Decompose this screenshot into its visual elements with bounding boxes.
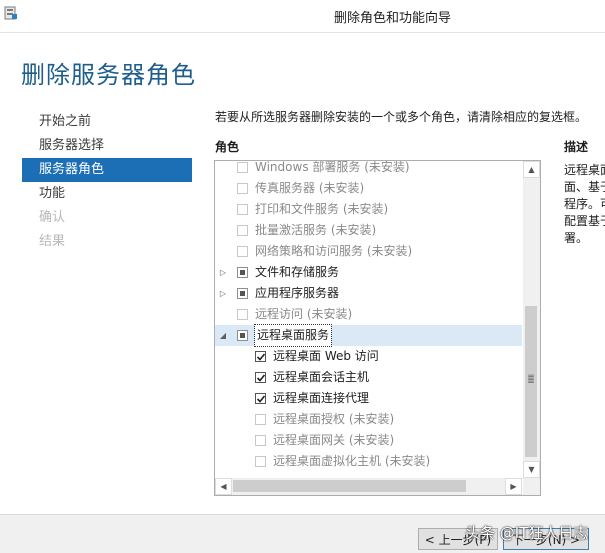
window-title: 删除角色和功能向导 bbox=[333, 11, 451, 26]
role-checkbox[interactable] bbox=[255, 435, 266, 446]
scroll-right-button[interactable]: ▶ bbox=[505, 478, 522, 495]
role-checkbox[interactable] bbox=[237, 246, 248, 257]
role-row[interactable]: ▷ 文件和存储服务 bbox=[215, 262, 522, 283]
role-label: 传真服务器 (未安装) bbox=[255, 181, 365, 195]
nav-item-before-you-begin[interactable]: 开始之前 bbox=[22, 110, 192, 134]
instruction-text: 若要从所选服务器删除安装的一个或多个角色，请清除相应的复选框。 bbox=[215, 110, 588, 124]
role-checkbox[interactable] bbox=[255, 351, 266, 362]
description-header: 描述 bbox=[564, 140, 589, 154]
role-checkbox[interactable] bbox=[255, 372, 266, 383]
collapse-arrow-icon[interactable]: ◢ bbox=[218, 325, 228, 346]
horizontal-scrollbar[interactable]: ◀ ▶ bbox=[215, 478, 522, 495]
role-row[interactable]: 批量激活服务 (未安装) bbox=[215, 220, 522, 241]
roles-tree[interactable]: Windows 部署服务 (未安装) 传真服务器 (未安装) 打印和文件服务 (未安… bbox=[214, 160, 541, 496]
roles-list: Windows 部署服务 (未安装) 传真服务器 (未安装) 打印和文件服务 (未安… bbox=[215, 160, 522, 472]
role-label: 远程桌面 Web 访问 bbox=[273, 349, 379, 363]
role-label: Windows 部署服务 (未安装) bbox=[255, 160, 410, 174]
role-row[interactable]: 远程桌面会话主机 bbox=[215, 367, 522, 388]
role-row[interactable]: 远程桌面网关 (未安装) bbox=[215, 430, 522, 451]
role-checkbox[interactable] bbox=[237, 204, 248, 215]
role-label: 远程桌面虚拟化主机 (未安装) bbox=[273, 454, 431, 468]
role-row[interactable]: 打印和文件服务 (未安装) bbox=[215, 199, 522, 220]
description-text: 远程桌面 面、基于 程序。可 配置基于 署。 bbox=[564, 163, 605, 245]
nav-item-features[interactable]: 功能 bbox=[22, 182, 192, 206]
nav-item-confirmation: 确认 bbox=[39, 210, 66, 225]
role-row[interactable]: ▷ 应用程序服务器 bbox=[215, 283, 522, 304]
roles-header: 角色 bbox=[215, 140, 240, 154]
nav-item-server-roles[interactable]: 服务器角色 bbox=[22, 158, 192, 182]
expand-arrow-icon[interactable]: ▷ bbox=[218, 283, 228, 304]
role-checkbox[interactable] bbox=[237, 309, 248, 320]
vertical-scrollbar[interactable]: ▲ ═ ═ ═ ▼ bbox=[523, 161, 540, 478]
role-label: 远程桌面会话主机 bbox=[273, 370, 370, 384]
role-row[interactable]: 远程桌面虚拟化主机 (未安装) bbox=[215, 451, 522, 472]
title-bar: 删除角色和功能向导 bbox=[0, 0, 605, 33]
scroll-left-button[interactable]: ◀ bbox=[215, 478, 232, 495]
role-checkbox[interactable] bbox=[255, 393, 266, 404]
role-checkbox[interactable] bbox=[237, 267, 248, 278]
role-checkbox[interactable] bbox=[237, 183, 248, 194]
role-row[interactable]: Windows 部署服务 (未安装) bbox=[215, 160, 522, 178]
role-checkbox[interactable] bbox=[237, 330, 248, 341]
role-label: 远程桌面连接代理 bbox=[273, 391, 370, 405]
scroll-down-button[interactable]: ▼ bbox=[523, 461, 540, 478]
role-row[interactable]: ◢ 远程桌面服务 bbox=[215, 324, 522, 347]
role-label: 远程访问 (未安装) bbox=[255, 307, 353, 321]
role-checkbox[interactable] bbox=[255, 414, 266, 425]
role-label: 打印和文件服务 (未安装) bbox=[255, 202, 389, 216]
role-row[interactable]: 远程桌面 Web 访问 bbox=[215, 346, 522, 367]
wizard-nav: 开始之前 服务器选择 服务器角色 功能 确认 结果 bbox=[22, 110, 192, 254]
expand-arrow-icon[interactable]: ▷ bbox=[218, 262, 228, 283]
vertical-scroll-thumb[interactable]: ═ ═ ═ bbox=[525, 306, 537, 457]
role-label: 远程桌面服务 bbox=[253, 324, 333, 347]
role-row[interactable]: 远程桌面连接代理 bbox=[215, 388, 522, 409]
role-row[interactable]: 传真服务器 (未安装) bbox=[215, 178, 522, 199]
horizontal-scroll-thumb[interactable] bbox=[233, 480, 466, 492]
role-label: 远程桌面授权 (未安装) bbox=[273, 412, 395, 426]
role-label: 文件和存储服务 bbox=[255, 265, 340, 279]
watermark: 头条 @IT狂人日志 bbox=[465, 524, 589, 542]
role-row[interactable]: 远程桌面授权 (未安装) bbox=[215, 409, 522, 430]
role-checkbox[interactable] bbox=[237, 288, 248, 299]
page-title: 删除服务器角色 bbox=[21, 61, 196, 89]
scrollbar-corner bbox=[523, 478, 540, 495]
role-row[interactable]: 网络策略和访问服务 (未安装) bbox=[215, 241, 522, 262]
nav-item-results: 结果 bbox=[39, 234, 66, 249]
nav-item-server-selection[interactable]: 服务器选择 bbox=[22, 134, 192, 158]
role-checkbox[interactable] bbox=[237, 162, 248, 173]
role-label: 网络策略和访问服务 (未安装) bbox=[255, 244, 413, 258]
role-label: 批量激活服务 (未安装) bbox=[255, 223, 377, 237]
role-label: 应用程序服务器 bbox=[255, 286, 340, 300]
role-checkbox[interactable] bbox=[255, 456, 266, 467]
role-checkbox[interactable] bbox=[237, 225, 248, 236]
scroll-up-button[interactable]: ▲ bbox=[523, 161, 540, 178]
grip-icon: ═ ═ ═ bbox=[528, 372, 534, 388]
role-row[interactable]: 远程访问 (未安装) bbox=[215, 304, 522, 325]
role-label: 远程桌面网关 (未安装) bbox=[273, 433, 395, 447]
